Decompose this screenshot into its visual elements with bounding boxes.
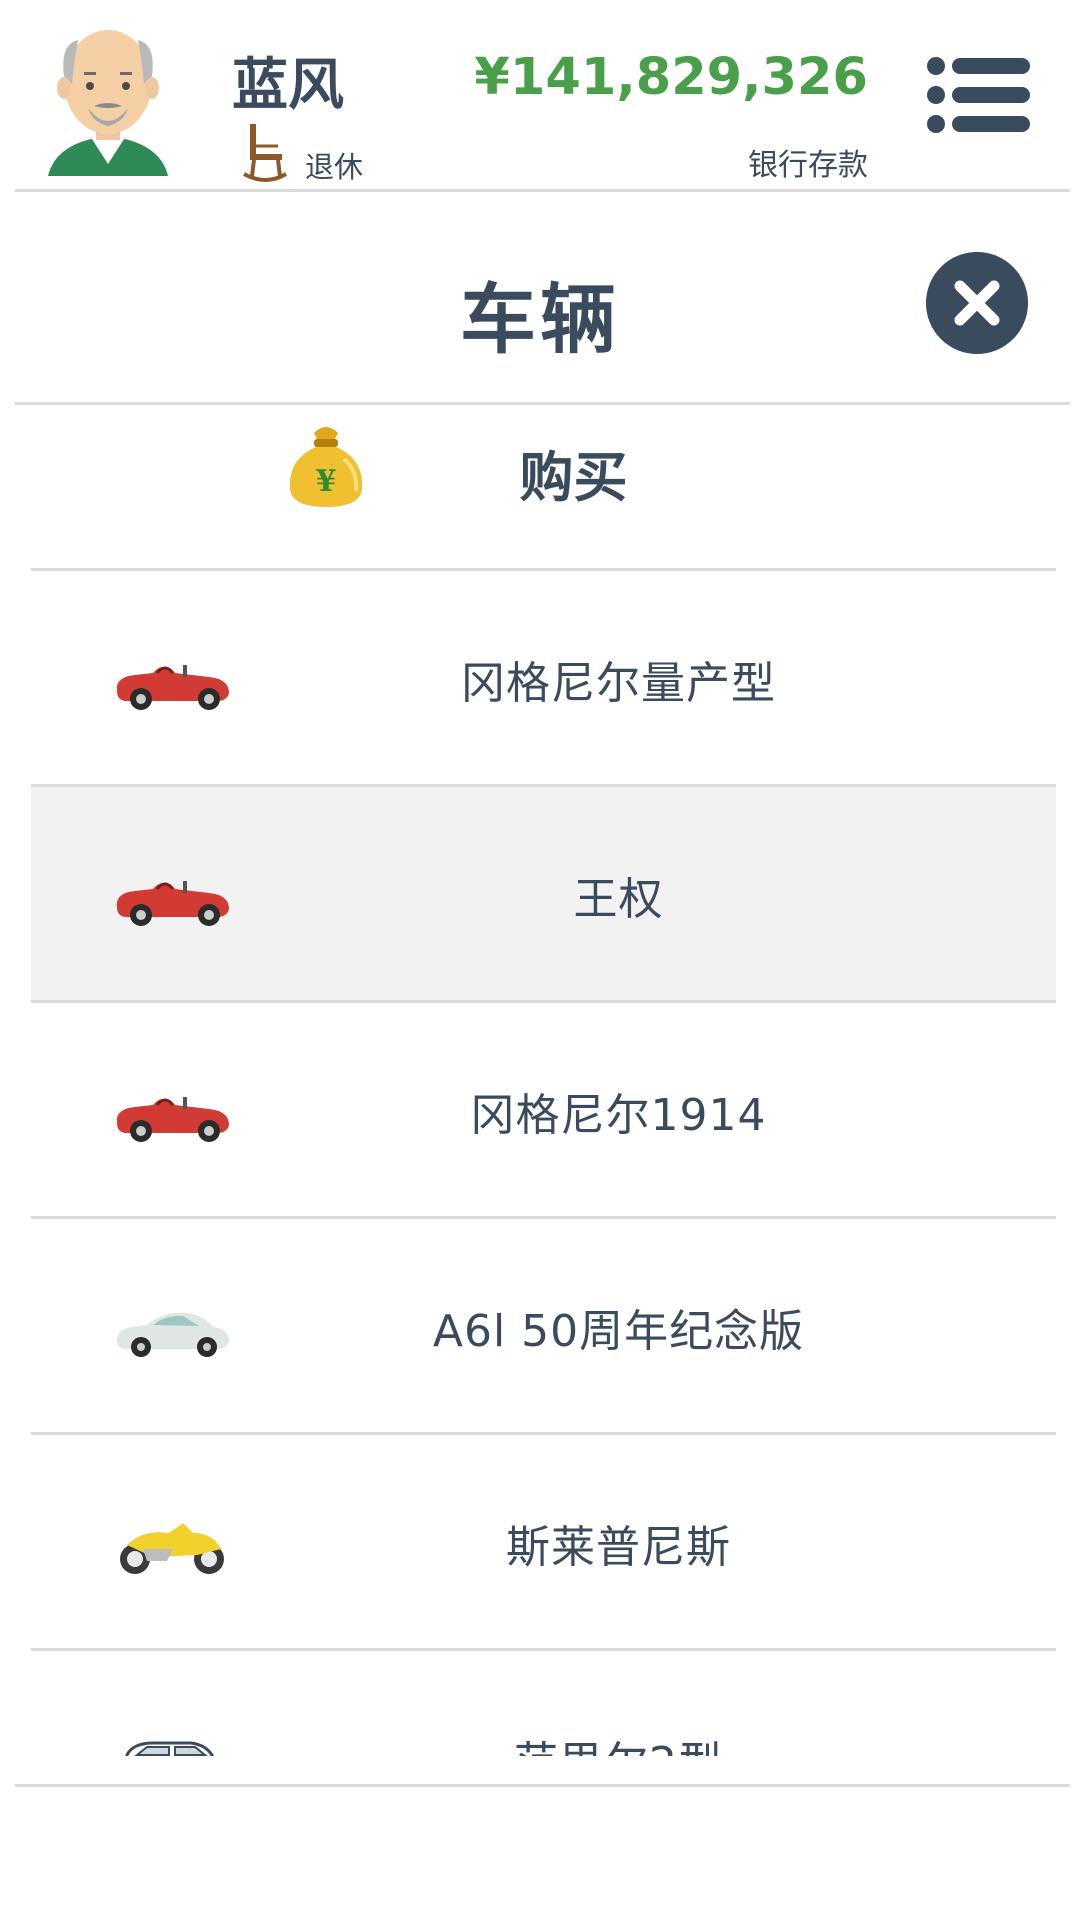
status-label: 退休	[305, 150, 364, 184]
vehicle-name: 斯莱普尼斯	[506, 1522, 731, 1573]
bank-balance-label: 银行存款	[748, 148, 868, 183]
close-icon[interactable]	[926, 252, 1028, 354]
page-title: 车辆	[460, 275, 620, 364]
vehicle-name: 冈格尼尔量产型	[461, 658, 776, 709]
vehicle-name: 王权	[573, 874, 664, 925]
vehicle-name: 范思尔2型	[181, 1727, 1056, 1756]
vehicle-item[interactable]: 斯莱普尼斯	[31, 1435, 1056, 1651]
rocking-chair-icon	[243, 124, 288, 182]
vehicle-item[interactable]: 冈格尼尔量产型	[31, 571, 1056, 787]
elderly-man-avatar-icon[interactable]	[38, 14, 178, 179]
vehicle-item[interactable]: 冈格尼尔1914	[31, 1003, 1056, 1219]
vehicle-item[interactable]: 范思尔2型	[31, 1651, 1056, 1756]
buy-button[interactable]: ¥ 购买	[31, 405, 1056, 570]
vehicle-item[interactable]: 王权	[31, 787, 1056, 1003]
menu-icon[interactable]	[926, 56, 1030, 134]
top-header: 蓝风 退休 ¥141,829,326 银行存款	[0, 0, 1080, 192]
divider	[15, 1784, 1070, 1787]
divider	[15, 189, 1070, 192]
bank-balance: ¥141,829,326	[474, 48, 868, 107]
vehicle-name: 冈格尼尔1914	[470, 1090, 767, 1141]
vehicle-list[interactable]: 冈格尼尔量产型 王权 冈格尼尔1914 A6l 50周年纪念版 斯莱普尼斯	[31, 571, 1056, 1756]
vehicle-item[interactable]: A6l 50周年纪念版	[31, 1219, 1056, 1435]
vehicle-name: A6l 50周年纪念版	[432, 1306, 805, 1357]
player-name: 蓝风	[232, 53, 344, 118]
buy-label: 购买	[519, 446, 628, 509]
